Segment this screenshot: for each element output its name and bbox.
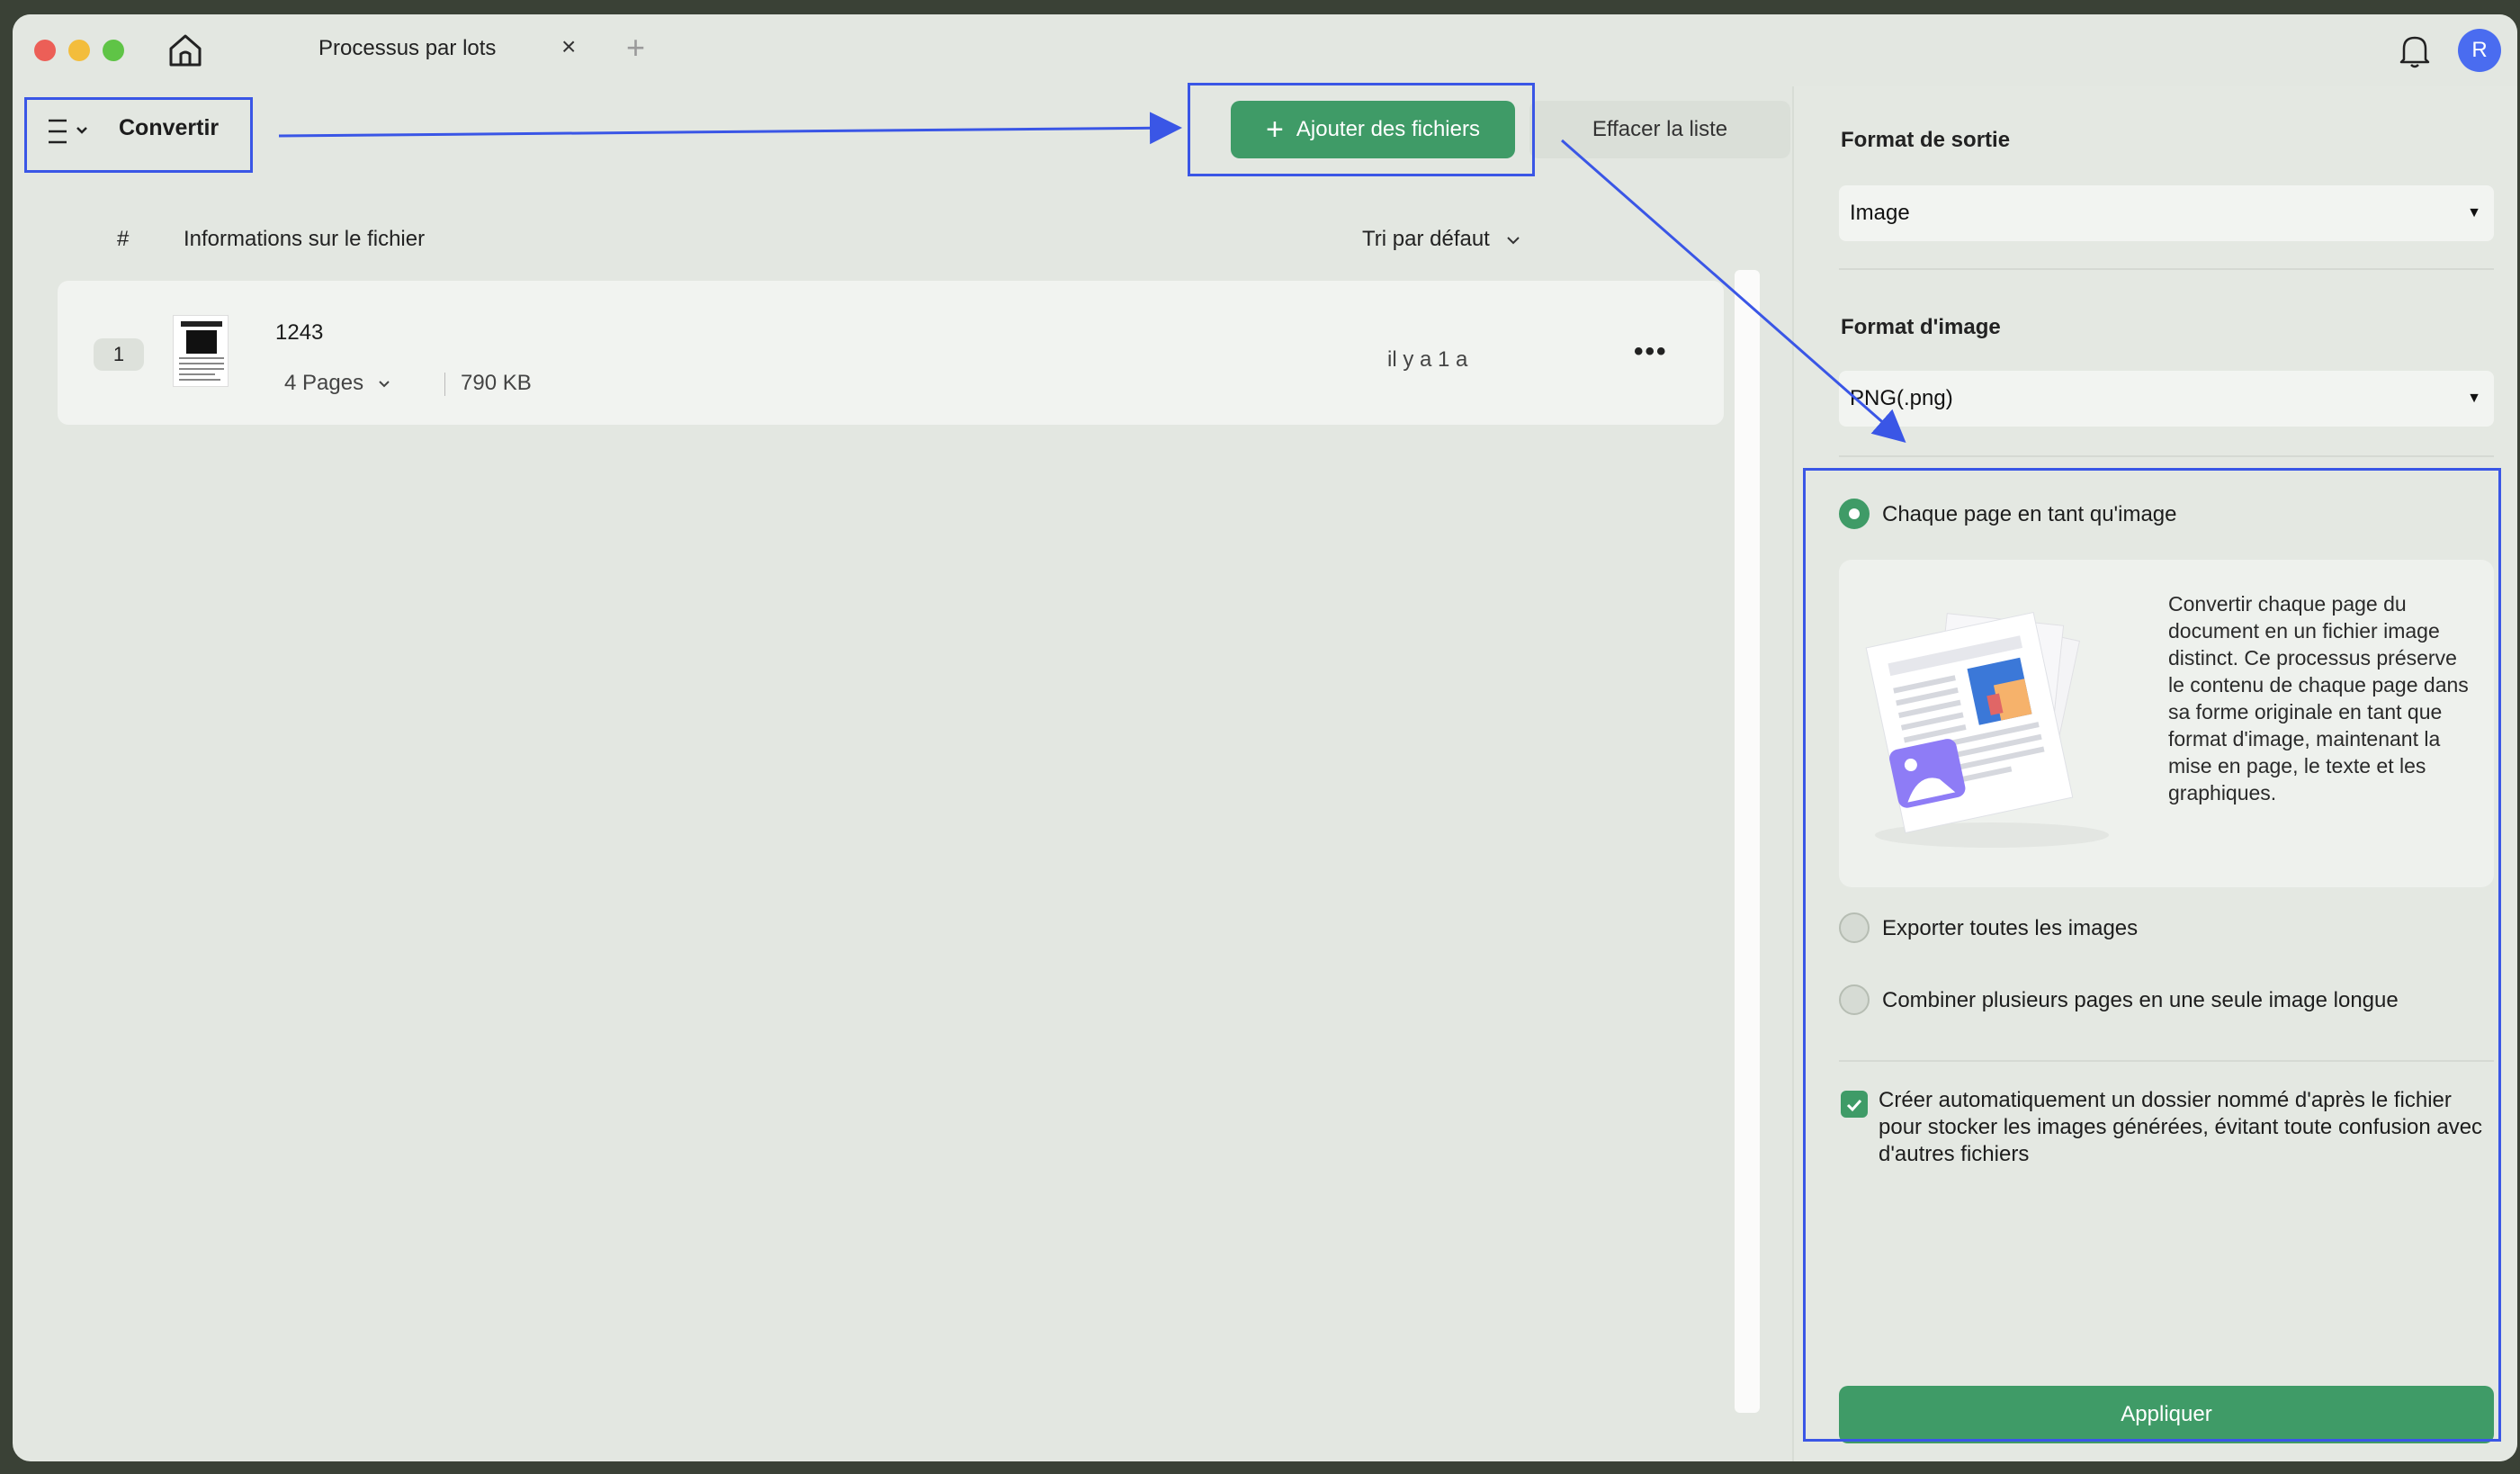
tab-title: Processus par lots (318, 36, 497, 60)
chevron-down-icon (379, 380, 390, 388)
sort-dropdown[interactable]: Tri par défaut (1362, 227, 1521, 252)
file-name: 1243 (275, 320, 324, 345)
sort-label: Tri par défaut (1362, 227, 1490, 251)
tab-batch-process[interactable]: Processus par lots × (234, 14, 612, 86)
image-format-select[interactable]: PNG(.png) ▼ (1839, 371, 2494, 427)
column-header-number: # (117, 227, 130, 251)
divider (1839, 455, 2494, 457)
home-icon[interactable] (166, 31, 205, 70)
file-thumbnail (173, 315, 229, 387)
output-format-value: Image (1850, 201, 1910, 225)
table-row[interactable]: 1 1243 4 Pages 790 KB il y a 1 a ••• (58, 281, 1724, 425)
annotation-box-convert (24, 97, 253, 173)
annotation-box-options (1803, 468, 2501, 1442)
row-index: 1 (94, 338, 144, 371)
chevron-down-icon (1506, 236, 1520, 245)
avatar[interactable]: R (2458, 29, 2501, 72)
caret-down-icon: ▼ (2467, 205, 2481, 220)
clear-list-button[interactable]: Effacer la liste (1529, 101, 1790, 158)
image-format-label: Format d'image (1841, 315, 2001, 339)
close-icon[interactable]: × (561, 32, 576, 61)
more-icon[interactable]: ••• (1634, 337, 1668, 367)
bell-icon[interactable] (2397, 31, 2433, 70)
caret-down-icon: ▼ (2467, 391, 2481, 406)
output-format-label: Format de sortie (1841, 128, 2011, 152)
divider (1839, 268, 2494, 270)
plus-icon[interactable]: + (626, 29, 645, 67)
maximize-window-button[interactable] (103, 40, 124, 61)
file-timestamp: il y a 1 a (1387, 347, 1468, 372)
output-format-select[interactable]: Image ▼ (1839, 185, 2494, 241)
column-header-info: Informations sur le fichier (184, 227, 426, 251)
clear-list-label: Effacer la liste (1592, 117, 1728, 141)
pages-label: 4 Pages (284, 371, 364, 395)
file-size: 790 KB (461, 371, 532, 395)
pages-dropdown[interactable]: 4 Pages (284, 371, 391, 396)
divider (444, 373, 445, 396)
minimize-window-button[interactable] (68, 40, 90, 61)
titlebar: Processus par lots × + R (13, 14, 2517, 86)
image-format-value: PNG(.png) (1850, 386, 1953, 410)
scrollbar[interactable] (1735, 270, 1760, 1413)
annotation-box-add-files (1188, 83, 1535, 176)
close-window-button[interactable] (34, 40, 56, 61)
